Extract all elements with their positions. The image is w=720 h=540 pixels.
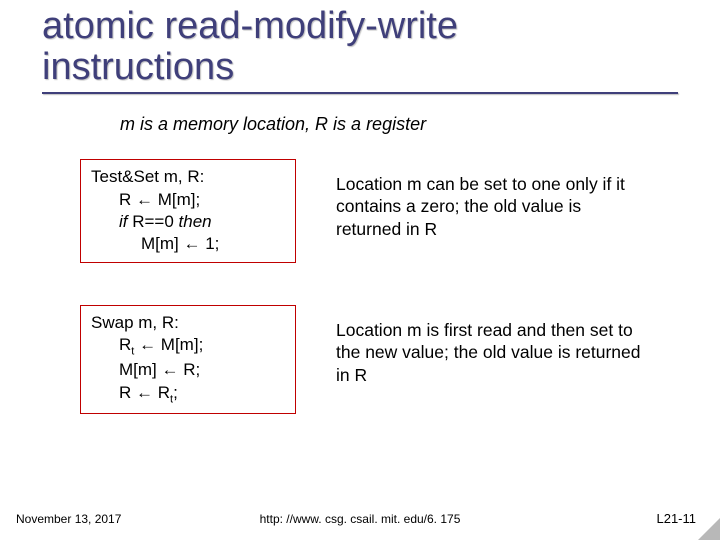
- code-line: R ← M[m];: [91, 189, 285, 211]
- code-line: R ← Rt;: [91, 382, 285, 407]
- slide-title: atomic read-modify-write instructions: [0, 0, 720, 88]
- corner-fold-icon: [698, 518, 720, 540]
- title-line-1: atomic read-modify-write: [42, 5, 458, 47]
- left-arrow-icon: ←: [136, 190, 153, 209]
- code-box-testset: Test&Set m, R: R ← M[m]; if R==0 then M[…: [80, 159, 296, 263]
- code-box-swap: Swap m, R: Rt ← M[m]; M[m] ← R; R ← Rt;: [80, 305, 296, 414]
- title-line-2: instructions: [42, 46, 234, 88]
- subtitle: m is a memory location, R is a register: [120, 114, 720, 135]
- row-swap: Swap m, R: Rt ← M[m]; M[m] ← R; R ← Rt; …: [0, 305, 720, 414]
- row-testset: Test&Set m, R: R ← M[m]; if R==0 then M[…: [0, 159, 720, 263]
- footer-url: http: //www. csg. csail. mit. edu/6. 175: [0, 512, 720, 526]
- left-arrow-icon: ←: [184, 234, 201, 253]
- code-line: Rt ← M[m];: [91, 334, 285, 359]
- code-line: M[m] ← R;: [91, 359, 285, 381]
- desc-swap: Location m is first read and then set to…: [336, 305, 646, 386]
- code-line: Test&Set m, R:: [91, 166, 285, 188]
- desc-testset: Location m can be set to one only if it …: [336, 159, 646, 240]
- footer-page: L21-11: [656, 511, 696, 526]
- code-line: if R==0 then: [91, 211, 285, 233]
- code-line: M[m] ← 1;: [91, 233, 285, 255]
- title-underline: [42, 92, 678, 94]
- left-arrow-icon: ←: [139, 335, 156, 354]
- code-line: Swap m, R:: [91, 312, 285, 334]
- left-arrow-icon: ←: [136, 383, 153, 402]
- left-arrow-icon: ←: [162, 360, 179, 379]
